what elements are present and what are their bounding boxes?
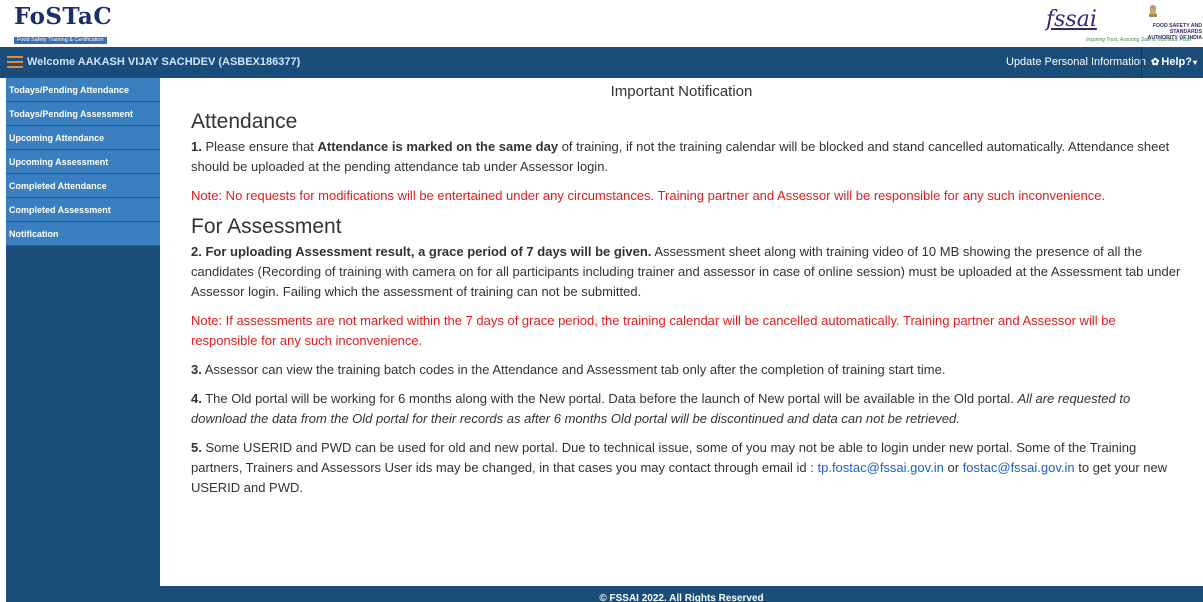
point-number: 4. — [191, 391, 202, 406]
sidebar-item-completed-assessment[interactable]: Completed Assessment — [6, 198, 160, 222]
point-text: or — [943, 460, 963, 475]
fssai-logo-text: fssai — [1046, 7, 1097, 32]
assessment-point-5: 5. Some USERID and PWD can be used for o… — [191, 438, 1181, 498]
sidebar-item-completed-attendance[interactable]: Completed Attendance — [6, 174, 160, 198]
point-text: The Old portal will be working for 6 mon… — [201, 391, 1018, 406]
top-navbar: Welcome AAKASH VIJAY SACHDEV (ASBEX18637… — [0, 47, 1203, 78]
nav-divider — [1141, 47, 1142, 78]
main-content: Important Notification Attendance 1. Ple… — [160, 78, 1203, 586]
help-label: Help? — [1161, 56, 1192, 68]
point-text: Please ensure that — [201, 139, 318, 154]
attendance-heading: Attendance — [191, 110, 298, 133]
update-personal-info-link[interactable]: Update Personal Information — [1006, 47, 1146, 78]
fostac-logo-subtitle: Food Safety Training & Certification — [14, 37, 107, 44]
email-link-fostac[interactable]: fostac@fssai.gov.in — [963, 460, 1075, 475]
notification-body: Attendance 1. Please ensure that Attenda… — [191, 110, 1181, 507]
fssai-tagline: Inspiring Trust, Assuring Safe & Nutriti… — [1086, 37, 1192, 43]
logo-bar: FoSTaC Food Safety Training & Certificat… — [0, 0, 1203, 51]
gear-icon: ✿ — [1151, 57, 1160, 68]
point-emphasis: 2. For uploading Assessment result, a gr… — [191, 244, 652, 259]
sidebar-item-todays-pending-attendance[interactable]: Todays/Pending Attendance — [6, 78, 160, 102]
copyright-text: © FSSAI 2022. All Rights Reserved — [599, 593, 764, 602]
assessment-point-2: 2. For uploading Assessment result, a gr… — [191, 242, 1181, 302]
sidebar-item-upcoming-attendance[interactable]: Upcoming Attendance — [6, 126, 160, 150]
fostac-logo[interactable]: FoSTaC Food Safety Training & Certificat… — [14, 3, 134, 51]
sidebar-item-upcoming-assessment[interactable]: Upcoming Assessment — [6, 150, 160, 174]
fostac-logo-text: FoSTaC — [14, 3, 113, 30]
point-number: 5. — [191, 440, 202, 455]
point-emphasis: Attendance is marked on the same day — [317, 139, 559, 154]
emblem-icon — [1149, 5, 1157, 17]
assessment-note: Note: If assessments are not marked with… — [191, 313, 1116, 348]
footer: © FSSAI 2022. All Rights Reserved — [160, 586, 1203, 602]
welcome-text: Welcome AAKASH VIJAY SACHDEV (ASBEX18637… — [27, 56, 301, 68]
sidebar: Todays/Pending Attendance Todays/Pending… — [6, 78, 160, 602]
point-text: Assessor can view the training batch cod… — [201, 362, 946, 377]
fssai-logo[interactable]: fssai FOOD SAFETY AND STANDARDS AUTHORIT… — [1046, 4, 1203, 44]
email-link-tp-fostac[interactable]: tp.fostac@fssai.gov.in — [817, 460, 943, 475]
caret-down-icon: ▾ — [1192, 58, 1197, 67]
attendance-point-1: 1. Please ensure that Attendance is mark… — [191, 137, 1181, 177]
page-title: Important Notification — [610, 83, 753, 100]
assessment-point-3: 3. Assessor can view the training batch … — [191, 360, 1181, 380]
attendance-note: Note: No requests for modifications will… — [191, 188, 1106, 203]
assessment-heading: For Assessment — [191, 215, 342, 238]
point-number: 1. — [191, 139, 202, 154]
sidebar-item-todays-pending-assessment[interactable]: Todays/Pending Assessment — [6, 102, 160, 126]
sidebar-item-notification[interactable]: Notification — [6, 222, 160, 246]
help-dropdown[interactable]: ✿ Help?▾ — [1151, 47, 1197, 78]
hamburger-icon[interactable] — [7, 56, 23, 68]
assessment-point-4: 4. The Old portal will be working for 6 … — [191, 389, 1181, 429]
point-number: 3. — [191, 362, 202, 377]
